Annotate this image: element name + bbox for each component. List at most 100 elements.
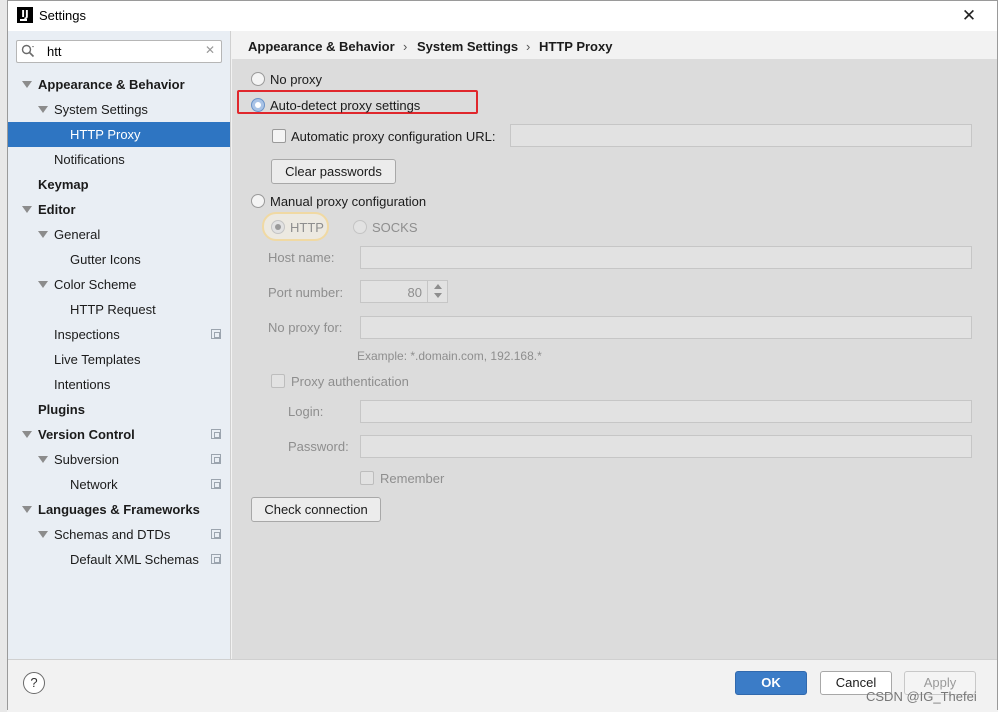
project-level-icon	[211, 554, 221, 564]
tree-item-plugins[interactable]: Plugins	[8, 397, 230, 422]
title-bar: IJ Settings ✕	[8, 1, 997, 31]
auto-config-url-label[interactable]: Automatic proxy configuration URL:	[291, 129, 495, 144]
expand-arrow-icon[interactable]	[22, 506, 32, 513]
expand-arrow-icon[interactable]	[38, 106, 48, 113]
breadcrumb-item-appearance[interactable]: Appearance & Behavior	[248, 39, 395, 54]
close-icon: ✕	[961, 6, 977, 25]
tree-item-color-scheme[interactable]: Color Scheme	[8, 272, 230, 297]
tree-item-label: System Settings	[54, 102, 148, 117]
auto-detect-radio[interactable]	[251, 98, 265, 112]
tree-item-gutter-icons[interactable]: Gutter Icons	[8, 247, 230, 272]
login-label: Login:	[288, 404, 324, 419]
http-label[interactable]: HTTP	[290, 220, 324, 235]
project-level-icon	[211, 429, 221, 439]
search-icon	[21, 44, 35, 58]
tree-item-network[interactable]: Network	[8, 472, 230, 497]
tree-item-label: Network	[70, 477, 118, 492]
tree-item-label: Notifications	[54, 152, 125, 167]
tree-item-editor[interactable]: Editor	[8, 197, 230, 222]
tree-item-keymap[interactable]: Keymap	[8, 172, 230, 197]
password-label: Password:	[288, 439, 349, 454]
tree-item-label: Keymap	[38, 177, 89, 192]
expand-arrow-icon[interactable]	[38, 456, 48, 463]
tree-item-label: HTTP Proxy	[70, 127, 141, 142]
http-proxy-panel: Appearance & Behavior › System Settings …	[232, 31, 997, 659]
login-input[interactable]	[360, 400, 972, 423]
expand-arrow-icon[interactable]	[38, 531, 48, 538]
tree-item-label: Live Templates	[54, 352, 141, 367]
watermark: CSDN @IG_Thefei	[866, 689, 977, 704]
tree-item-label: Appearance & Behavior	[38, 77, 185, 92]
clear-icon[interactable]: ✕	[205, 43, 215, 57]
expand-arrow-icon[interactable]	[22, 81, 32, 88]
tree-item-label: Default XML Schemas	[70, 552, 199, 567]
tree-item-label: Inspections	[54, 327, 120, 342]
auto-config-url-input[interactable]	[510, 124, 972, 147]
port-spinner[interactable]	[427, 280, 447, 303]
help-button[interactable]: ?	[23, 672, 45, 694]
tree-item-default-xml-schemas[interactable]: Default XML Schemas	[8, 547, 230, 572]
close-button[interactable]: ✕	[959, 6, 979, 26]
socks-label[interactable]: SOCKS	[372, 220, 418, 235]
tree-item-label: Editor	[38, 202, 76, 217]
expand-arrow-icon[interactable]	[22, 431, 32, 438]
tree-item-label: Plugins	[38, 402, 85, 417]
clear-passwords-button[interactable]: Clear passwords	[271, 159, 396, 184]
tree-item-general[interactable]: General	[8, 222, 230, 247]
tree-item-system-settings[interactable]: System Settings	[8, 97, 230, 122]
tree-item-inspections[interactable]: Inspections	[8, 322, 230, 347]
tree-item-schemas-and-dtds[interactable]: Schemas and DTDs	[8, 522, 230, 547]
password-input[interactable]	[360, 435, 972, 458]
settings-tree-panel: htt ✕ Appearance & Behavior System Settin…	[8, 31, 231, 659]
breadcrumb-separator: ›	[526, 39, 531, 54]
tree-item-languages-frameworks[interactable]: Languages & Frameworks	[8, 497, 230, 522]
socks-radio[interactable]	[353, 220, 367, 234]
check-connection-button[interactable]: Check connection	[251, 497, 381, 522]
host-name-input[interactable]	[360, 246, 972, 269]
search-input[interactable]: htt ✕	[16, 40, 222, 63]
expand-arrow-icon[interactable]	[38, 281, 48, 288]
breadcrumb-item-system-settings[interactable]: System Settings	[417, 39, 518, 54]
manual-proxy-label[interactable]: Manual proxy configuration	[270, 194, 426, 209]
tree-item-label: Gutter Icons	[70, 252, 141, 267]
tree-item-notifications[interactable]: Notifications	[8, 147, 230, 172]
remember-checkbox[interactable]	[360, 471, 374, 485]
tree-item-subversion[interactable]: Subversion	[8, 447, 230, 472]
search-value: htt	[47, 44, 62, 59]
tree-item-http-proxy[interactable]: HTTP Proxy	[8, 122, 230, 147]
tree-item-label: Intentions	[54, 377, 111, 392]
ok-button[interactable]: OK	[735, 671, 807, 695]
no-proxy-for-label: No proxy for:	[268, 320, 343, 335]
port-number-stepper[interactable]: 80	[360, 280, 448, 303]
desktop-background	[0, 0, 7, 712]
tree-item-label: Color Scheme	[54, 277, 137, 292]
tree-item-label: Version Control	[38, 427, 135, 442]
tree-item-live-templates[interactable]: Live Templates	[8, 347, 230, 372]
project-level-icon	[211, 329, 221, 339]
spinner-up-icon	[434, 284, 442, 289]
no-proxy-radio[interactable]	[251, 72, 265, 86]
no-proxy-label[interactable]: No proxy	[270, 72, 322, 87]
project-level-icon	[211, 529, 221, 539]
tree-item-http-request[interactable]: HTTP Request	[8, 297, 230, 322]
expand-arrow-icon[interactable]	[38, 231, 48, 238]
http-radio[interactable]	[271, 220, 285, 234]
breadcrumb-item-http-proxy: HTTP Proxy	[539, 39, 613, 54]
expand-arrow-icon[interactable]	[22, 206, 32, 213]
project-level-icon	[211, 454, 221, 464]
remember-label[interactable]: Remember	[380, 471, 444, 486]
tree-item-intentions[interactable]: Intentions	[8, 372, 230, 397]
proxy-authentication-checkbox[interactable]	[271, 374, 285, 388]
tree-item-label: Languages & Frameworks	[38, 502, 200, 517]
breadcrumb: Appearance & Behavior › System Settings …	[232, 31, 997, 59]
settings-dialog: IJ Settings ✕ htt ✕ Appearance & Behavio…	[7, 0, 998, 710]
tree-item-version-control[interactable]: Version Control	[8, 422, 230, 447]
spinner-down-icon	[434, 293, 442, 298]
auto-config-url-checkbox[interactable]	[272, 129, 286, 143]
auto-detect-label[interactable]: Auto-detect proxy settings	[270, 98, 420, 113]
manual-proxy-radio[interactable]	[251, 194, 265, 208]
tree-item-appearance-behavior[interactable]: Appearance & Behavior	[8, 72, 230, 97]
no-proxy-example-hint: Example: *.domain.com, 192.168.*	[357, 349, 542, 363]
proxy-authentication-label[interactable]: Proxy authentication	[291, 374, 409, 389]
no-proxy-for-input[interactable]	[360, 316, 972, 339]
